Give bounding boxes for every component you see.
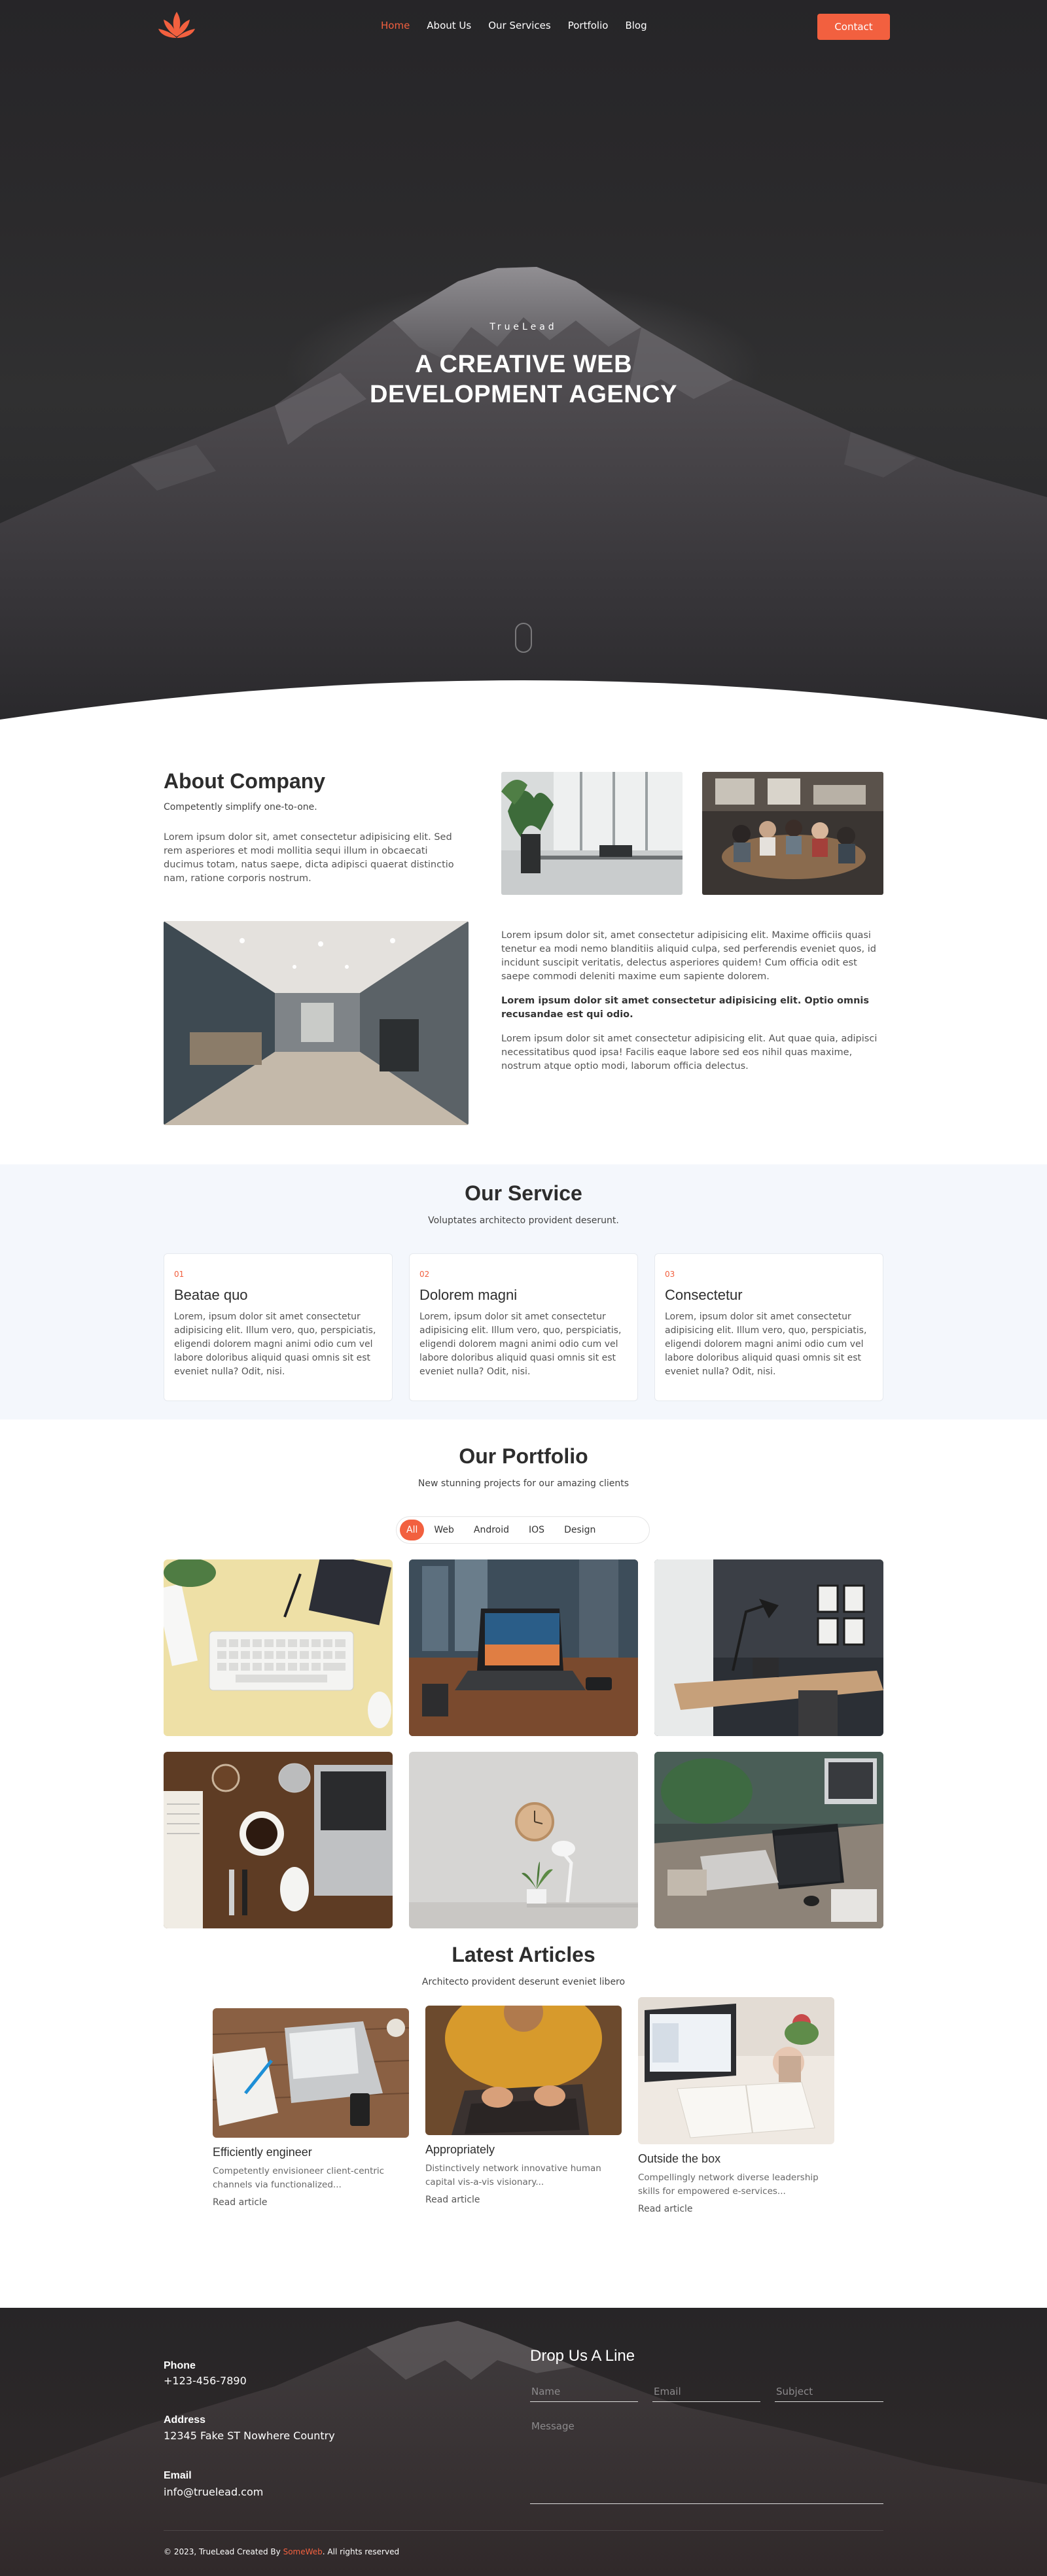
copyright-suffix: . All rights reserved <box>322 2547 400 2556</box>
phone-value: +123-456-7890 <box>164 2375 247 2387</box>
service-card[interactable]: 01 Beatae quo Lorem, ipsum dolor sit ame… <box>164 1253 393 1401</box>
filter-ios[interactable]: IOS <box>519 1520 554 1540</box>
phone-label: Phone <box>164 2360 196 2371</box>
about-paragraph-3: Lorem ipsum dolor sit amet consectetur a… <box>501 996 869 1020</box>
contact-button[interactable]: Contact <box>817 14 890 40</box>
hero-curve-divider <box>0 680 1047 720</box>
footer-mountain-background <box>0 2321 1047 2576</box>
hero-title: A CREATIVE WEB DEVELOPMENT AGENCY <box>0 349 1047 409</box>
scroll-down-indicator[interactable] <box>515 623 532 653</box>
article-card[interactable]: Appropriately Distinctively network inno… <box>425 2006 622 2205</box>
article-image-notebook <box>638 1997 834 2144</box>
filter-android[interactable]: Android <box>464 1520 519 1540</box>
article-description: Competently envisioneer client-centric c… <box>213 2165 409 2192</box>
service-description: Lorem, ipsum dolor sit amet consectetur … <box>174 1312 376 1377</box>
lotus-logo-icon[interactable] <box>157 10 196 39</box>
about-paragraph-4: Lorem ipsum dolor sit amet consectetur a… <box>501 1034 878 1071</box>
read-article-link[interactable]: Read article <box>638 2204 693 2214</box>
footer: Phone +123-456-7890 Address 12345 Fake S… <box>0 2308 1047 2576</box>
subject-input[interactable] <box>775 2381 883 2402</box>
service-subtitle: Voluptates architecto provident deserunt… <box>428 1215 619 1226</box>
articles-subtitle: Architecto provident deserunt eveniet li… <box>421 1977 626 1987</box>
copyright-brand-link[interactable]: SomeWeb <box>283 2547 323 2556</box>
portfolio-title: Our Portfolio <box>459 1444 588 1468</box>
article-title: Efficiently engineer <box>213 2146 312 2159</box>
articles-title: Latest Articles <box>452 1943 595 1966</box>
portfolio-item-coffee-desk[interactable] <box>164 1752 393 1928</box>
article-card[interactable]: Efficiently engineer Competently envisio… <box>213 2008 409 2208</box>
article-description: Distinctively network innovative human c… <box>425 2162 622 2189</box>
email-input[interactable] <box>652 2381 760 2402</box>
article-image-laptop-table <box>213 2008 409 2138</box>
service-title: Our Service <box>465 1181 582 1205</box>
service-number: 03 <box>665 1270 675 1279</box>
portfolio-item-clock-wall[interactable] <box>409 1752 638 1928</box>
nav-home[interactable]: Home <box>381 20 410 31</box>
hero-eyebrow: TrueLead <box>489 322 558 332</box>
service-number: 01 <box>174 1270 185 1279</box>
name-input[interactable] <box>530 2381 638 2402</box>
portfolio-item-desk-lamp[interactable] <box>654 1559 883 1736</box>
email-value: info@truelead.com <box>164 2486 264 2498</box>
article-image-typing <box>425 2006 622 2135</box>
service-description: Lorem, ipsum dolor sit amet consectetur … <box>665 1312 867 1377</box>
office-plant-image <box>501 772 683 895</box>
article-description-line: Competently envisioneer client-centric <box>213 2166 385 2176</box>
service-card[interactable]: 02 Dolorem magni Lorem, ipsum dolor sit … <box>409 1253 638 1401</box>
meeting-room-image <box>702 772 883 895</box>
article-description-line: skills for empowered e-services... <box>638 2186 786 2197</box>
message-textarea[interactable] <box>530 2418 883 2504</box>
portfolio-item-keyboard[interactable] <box>164 1559 393 1736</box>
about-paragraph-1: Lorem ipsum dolor sit, amet consectetur … <box>164 832 454 884</box>
service-name: Dolorem magni <box>419 1287 518 1303</box>
hero-title-line2: DEVELOPMENT AGENCY <box>370 381 677 408</box>
contact-form-title: Drop Us A Line <box>530 2347 635 2365</box>
service-section: Our Service Voluptates architecto provid… <box>0 1164 1047 1419</box>
address-label: Address <box>164 2414 206 2426</box>
read-article-link[interactable]: Read article <box>425 2195 480 2205</box>
portfolio-section: Our Portfolio New stunning projects for … <box>0 1419 1047 1943</box>
hero-title-line1: A CREATIVE WEB <box>414 351 633 378</box>
article-description-line: Compellingly network diverse leadership <box>638 2172 819 2183</box>
read-article-link[interactable]: Read article <box>213 2197 268 2208</box>
about-paragraph-2: Lorem ipsum dolor sit, amet consectetur … <box>501 930 876 982</box>
portfolio-item-laptop-city[interactable] <box>409 1559 638 1736</box>
nav-portfolio[interactable]: Portfolio <box>568 20 609 31</box>
hero-section: Home About Us Our Services Portfolio Blo… <box>0 0 1047 720</box>
nav-our-services[interactable]: Our Services <box>488 20 551 31</box>
nav-blog[interactable]: Blog <box>625 20 647 31</box>
article-description-line: Distinctively network innovative human <box>425 2163 601 2174</box>
service-number: 02 <box>419 1270 430 1279</box>
service-name: Consectetur <box>665 1287 743 1303</box>
portfolio-filter-bar: All Web Android IOS Design <box>396 1516 650 1544</box>
nav-about-us[interactable]: About Us <box>427 20 471 31</box>
articles-section: Latest Articles Architecto provident des… <box>0 1943 1047 2308</box>
service-name: Beatae quo <box>174 1287 248 1303</box>
address-value: 12345 Fake ST Nowhere Country <box>164 2429 335 2442</box>
filter-all[interactable]: All <box>400 1520 425 1540</box>
filter-web[interactable]: Web <box>424 1520 464 1540</box>
service-description: Lorem, ipsum dolor sit amet consectetur … <box>419 1312 622 1377</box>
article-title: Outside the box <box>638 2152 721 2165</box>
copyright-text: © 2023, TrueLead Created By SomeWeb. All… <box>164 2547 399 2556</box>
filter-design[interactable]: Design <box>554 1520 605 1540</box>
navbar: Home About Us Our Services Portfolio Blo… <box>0 0 1047 54</box>
about-subtitle: Competently simplify one-to-one. <box>164 802 317 812</box>
article-card[interactable]: Outside the box Compellingly network div… <box>638 1997 834 2214</box>
portfolio-subtitle: New stunning projects for our amazing cl… <box>417 1478 630 1489</box>
article-description-line: capital vis-a-vis visionary... <box>425 2177 544 2187</box>
article-description-line: channels via functionalized... <box>213 2180 342 2190</box>
article-description: Compellingly network diverse leadership … <box>638 2171 834 2199</box>
copyright-prefix: © 2023, TrueLead Created By <box>164 2547 283 2556</box>
office-corridor-image <box>164 921 469 1125</box>
footer-divider <box>164 2530 883 2531</box>
email-label: Email <box>164 2470 192 2481</box>
article-title: Appropriately <box>425 2143 495 2156</box>
about-section: About Company Competently simplify one-t… <box>0 720 1047 1164</box>
nav-links: Home About Us Our Services Portfolio Blo… <box>381 20 664 31</box>
portfolio-item-workspace[interactable] <box>654 1752 883 1928</box>
service-card[interactable]: 03 Consectetur Lorem, ipsum dolor sit am… <box>654 1253 883 1401</box>
about-title: About Company <box>164 769 326 793</box>
